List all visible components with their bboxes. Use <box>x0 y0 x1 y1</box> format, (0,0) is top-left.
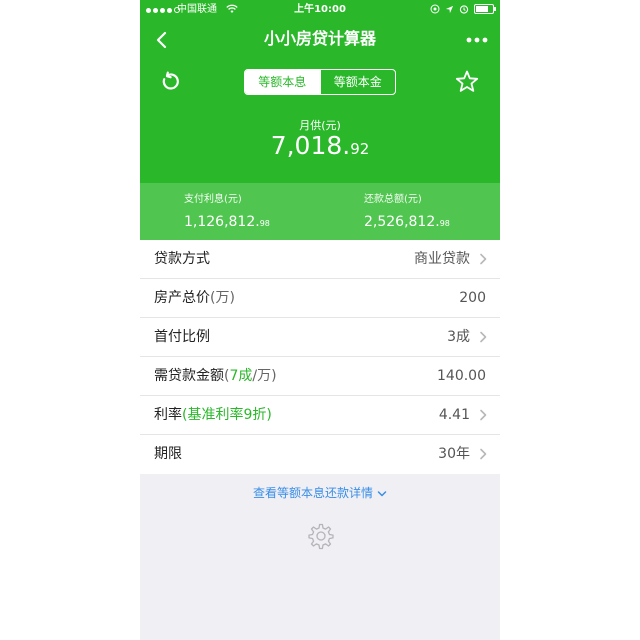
location-arrow-icon <box>445 5 454 13</box>
star-icon[interactable] <box>454 69 480 95</box>
loan-type-value: 商业贷款 <box>414 251 470 267</box>
total-price-label: 房产总价(万) <box>154 279 235 317</box>
loan-amount-label: 需贷款金额(7成/万) <box>154 357 277 395</box>
nav-bar: 小小房贷计算器 <box>140 20 500 60</box>
alarm-icon <box>459 5 469 14</box>
status-bar: 中国联通 上午10:00 <box>140 0 500 20</box>
total-summary: 还款总额(元) 2,526,812.98 <box>364 193 450 235</box>
loan-parameters-list: 贷款方式 商业贷款 房产总价(万) 200 首付比例 3成 需贷款金额(7成/万… <box>140 240 500 474</box>
rate-label: 利率(基准利率9折) <box>154 396 272 434</box>
chevron-down-icon <box>377 490 387 496</box>
total-value-decimals: 98 <box>439 219 450 228</box>
rate-hint: (基准利率9折) <box>182 407 272 423</box>
tab-equal-principal[interactable]: 等额本金 <box>319 70 396 94</box>
term-label: 期限 <box>154 446 182 462</box>
page-title: 小小房贷计算器 <box>263 29 376 48</box>
total-price-row[interactable]: 房产总价(万) 200 <box>140 279 500 318</box>
battery-icon <box>474 4 496 14</box>
status-right-group <box>430 4 496 14</box>
term-row[interactable]: 期限 30年 <box>140 435 500 474</box>
more-dots-icon[interactable] <box>464 28 490 52</box>
monthly-payment-value: 7,018.92 <box>140 130 500 165</box>
loan-amount-unit: /万) <box>252 368 277 384</box>
down-payment-row[interactable]: 首付比例 3成 <box>140 318 500 357</box>
chevron-right-icon <box>480 409 487 421</box>
loan-type-label: 贷款方式 <box>154 251 210 267</box>
loan-amount-value: 140.00 <box>437 368 486 384</box>
rate-label-text: 利率 <box>154 407 182 423</box>
total-price-label-text: 房产总价 <box>154 290 210 306</box>
interest-label: 支付利息(元) <box>184 194 242 205</box>
payment-summary: 支付利息(元) 1,126,812.98 还款总额(元) 2,526,812.9… <box>140 183 500 240</box>
result-header: 等额本息 等额本金 月供(元) 7,018.92 <box>140 60 500 183</box>
view-details-text: 查看等额本息还款详情 <box>252 486 373 500</box>
interest-summary: 支付利息(元) 1,126,812.98 <box>184 193 270 235</box>
phone-screen: 中国联通 上午10:00 小小房贷计算器 等额本息 等额本金 月供(元) 7,0… <box>140 0 500 640</box>
loan-type-row[interactable]: 贷款方式 商业贷款 <box>140 240 500 279</box>
chevron-right-icon <box>480 331 487 343</box>
battery-level <box>476 6 488 12</box>
total-price-value[interactable]: 200 <box>459 279 486 317</box>
down-payment-label: 首付比例 <box>154 329 210 345</box>
total-price-unit: (万) <box>210 290 235 306</box>
down-payment-value: 3成 <box>447 329 470 345</box>
reset-icon[interactable] <box>158 70 182 94</box>
orientation-lock-icon <box>430 4 440 14</box>
term-value: 30年 <box>438 446 470 462</box>
tab-equal-installment[interactable]: 等额本息 <box>245 70 320 94</box>
total-repayment-value: 2,526,812.98 <box>364 211 450 235</box>
interest-value-decimals: 98 <box>259 219 270 228</box>
interest-value: 1,126,812.98 <box>184 211 270 235</box>
view-details-link[interactable]: 查看等额本息还款详情 <box>140 484 500 502</box>
total-repayment-label: 还款总额(元) <box>364 194 422 205</box>
rate-value: 4.41 <box>438 407 470 423</box>
monthly-payment-decimals: 92 <box>350 140 370 158</box>
loan-amount-ratio: 7成 <box>229 368 253 384</box>
monthly-payment-main: 7,018. <box>270 131 351 160</box>
chevron-right-icon <box>480 448 487 460</box>
chevron-right-icon <box>480 253 487 265</box>
loan-amount-row: 需贷款金额(7成/万) 140.00 <box>140 357 500 396</box>
loan-amount-label-text: 需贷款金额 <box>154 368 224 384</box>
gear-icon[interactable] <box>306 521 336 551</box>
rate-row[interactable]: 利率(基准利率9折) 4.41 <box>140 396 500 435</box>
repayment-method-toggle: 等额本息 等额本金 <box>244 69 396 95</box>
total-value-main: 2,526,812. <box>364 214 440 230</box>
interest-value-main: 1,126,812. <box>184 214 260 230</box>
